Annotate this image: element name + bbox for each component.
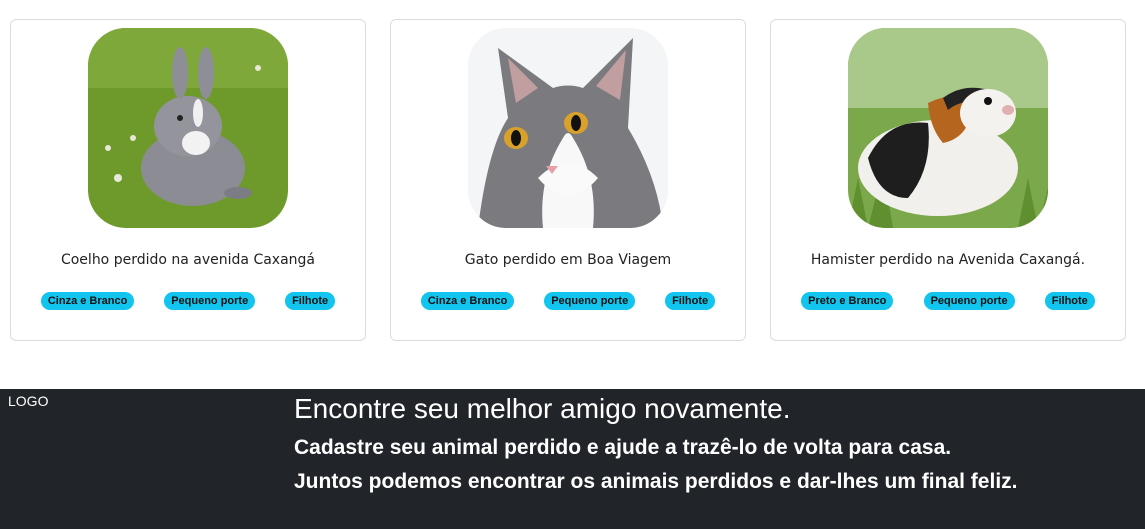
pet-card-caption: Hamister perdido na Avenida Caxangá. <box>810 252 1086 268</box>
pet-card-rabbit[interactable]: Coelho perdido na avenida Caxangá Cinza … <box>10 19 366 341</box>
footer-texts: Encontre seu melhor amigo novamente. Cad… <box>294 393 1018 499</box>
tag-color: Cinza e Branco <box>420 292 515 310</box>
footer-headline: Encontre seu melhor amigo novamente. <box>294 393 791 424</box>
footer-line-1: Cadastre seu animal perdido e ajude a tr… <box>294 436 952 459</box>
tag-size: Pequeno porte <box>923 292 1015 310</box>
tag-size: Pequeno porte <box>544 292 636 310</box>
tag-color: Preto e Branco <box>801 292 894 310</box>
pet-card-caption: Gato perdido em Boa Viagem <box>464 252 672 268</box>
tag-age: Filhote <box>1044 292 1095 310</box>
logo[interactable]: LOGO <box>8 393 48 409</box>
tag-age: Filhote <box>285 292 336 310</box>
rabbit-photo <box>88 28 288 228</box>
tag-color: Cinza e Branco <box>40 292 135 310</box>
footer-line-2: Juntos podemos encontrar os animais perd… <box>294 470 1018 493</box>
pet-card-tags: Cinza e Branco Pequeno porte Filhote <box>391 292 745 310</box>
tag-age: Filhote <box>665 292 716 310</box>
site-footer: LOGO Encontre seu melhor amigo novamente… <box>0 389 1145 529</box>
pet-card-tags: Preto e Branco Pequeno porte Filhote <box>771 292 1125 310</box>
pet-card-cat[interactable]: Gato perdido em Boa Viagem Cinza e Branc… <box>390 19 746 341</box>
tag-size: Pequeno porte <box>164 292 256 310</box>
guinea-pig-photo <box>848 28 1048 228</box>
pet-card-caption: Coelho perdido na avenida Caxangá <box>60 252 316 268</box>
pet-cards-row: Coelho perdido na avenida Caxangá Cinza … <box>0 19 1145 341</box>
cat-photo <box>468 28 668 228</box>
pet-card-guinea-pig[interactable]: Hamister perdido na Avenida Caxangá. Pre… <box>770 19 1126 341</box>
pet-card-tags: Cinza e Branco Pequeno porte Filhote <box>11 292 365 310</box>
